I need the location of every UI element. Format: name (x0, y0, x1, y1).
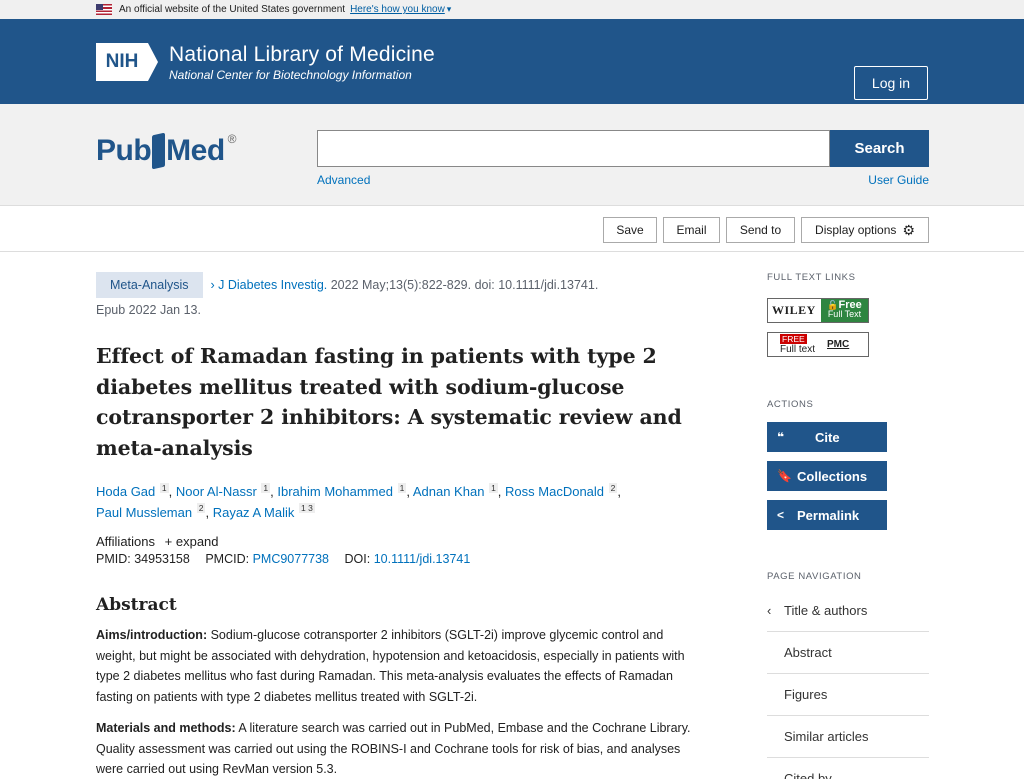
affiliation-number[interactable]: 1 (397, 482, 407, 493)
permalink-label: Permalink (797, 507, 860, 523)
author-link[interactable]: Paul Mussleman (96, 505, 192, 520)
abstract-section: Aims/introduction: Sodium-glucose cotran… (96, 625, 692, 708)
collections-button[interactable]: 🔖 Collections (767, 461, 887, 491)
page-navigation-list: ‹ Title & authors Abstract Figures Simil… (767, 590, 929, 779)
search-input[interactable] (317, 130, 830, 167)
pubmed-logo-med: Med (166, 134, 225, 167)
affiliation-number[interactable]: 2 (608, 482, 618, 493)
email-button[interactable]: Email (663, 217, 720, 243)
author-link[interactable]: Ibrahim Mohammed (277, 484, 393, 499)
abstract-section-label: Aims/introduction: (96, 628, 208, 642)
quote-icon: ❝ (777, 430, 785, 444)
login-button[interactable]: Log in (854, 66, 928, 100)
advanced-search-link[interactable]: Advanced (317, 173, 370, 187)
affiliation-number[interactable]: 2 (196, 503, 206, 514)
article-toolbar: Save Email Send to Display options ⚙ (0, 206, 1024, 252)
abstract-section-label: Materials and methods: (96, 720, 236, 735)
nih-logo[interactable]: NIH (96, 43, 158, 81)
citation-text: 2022 May;13(5):822-829. doi: 10.1111/jdi… (330, 278, 599, 292)
article-identifiers: PMID: 34953158 PMCID: PMC9077738 DOI: 10… (96, 552, 696, 566)
collections-label: Collections (797, 468, 868, 484)
wiley-free-badge: 🔓Free Full Text (821, 299, 868, 322)
nav-figures[interactable]: Figures (767, 674, 929, 716)
registered-mark: ® (227, 132, 237, 146)
author-link[interactable]: Rayaz A Malik (213, 505, 295, 520)
wiley-logo: WILEY (772, 303, 816, 317)
cite-label: Cite (815, 429, 840, 445)
pubmed-book-icon (152, 132, 166, 170)
search-button[interactable]: Search (830, 130, 929, 167)
pmc-logo: PMC (827, 339, 850, 350)
nlm-title-block[interactable]: National Library of Medicine National Ce… (169, 43, 435, 82)
actions-heading: ACTIONS (767, 399, 814, 410)
doi-link[interactable]: 10.1111/jdi.13741 (374, 552, 471, 566)
article-meta: Meta-Analysis › J Diabetes Investig. 2022… (96, 272, 696, 322)
nav-title-authors[interactable]: ‹ Title & authors (767, 590, 929, 632)
pmc-free-label: FREE (780, 334, 807, 344)
affiliation-number[interactable]: 1 3 (298, 503, 315, 514)
affiliation-number[interactable]: 1 (489, 482, 498, 493)
cite-button[interactable]: ❝ Cite (767, 422, 887, 452)
nlm-subtitle: National Center for Biotechnology Inform… (169, 68, 412, 82)
pmid-value: 34953158 (134, 552, 190, 566)
send-to-button[interactable]: Send to (726, 217, 795, 243)
us-flag-icon (96, 4, 112, 15)
display-options-label: Display options (815, 223, 897, 237)
affiliation-number[interactable]: 1 (261, 482, 271, 493)
pmc-free-badge: FREE Full text (768, 334, 815, 355)
pmc-full-text-link[interactable]: FREE Full text PMC (767, 332, 869, 357)
plus-icon: + (164, 534, 173, 549)
pubmed-logo[interactable]: Pub Med ® (96, 132, 237, 170)
affiliation-number[interactable]: 1 (159, 482, 169, 493)
gov-banner: An official website of the United States… (0, 0, 1024, 19)
author-link[interactable]: Hoda Gad (96, 484, 155, 499)
display-options-button[interactable]: Display options ⚙ (801, 217, 929, 243)
search-band: Pub Med ® Search Advanced User Guide (0, 104, 1024, 206)
chevron-left-icon: ‹ (767, 603, 772, 618)
gear-icon: ⚙ (902, 221, 915, 238)
pmc-full-text-label: Full text (780, 344, 816, 355)
chevron-right-icon: › (210, 278, 215, 292)
permalink-button[interactable]: < Permalink (767, 500, 887, 530)
doi-label: DOI: (344, 552, 371, 566)
author-link[interactable]: Adnan Khan (413, 484, 485, 499)
journal-link[interactable]: J Diabetes Investig. (218, 278, 327, 292)
chevron-down-icon: ▾ (446, 4, 452, 14)
abstract-section: Materials and methods: A literature sear… (96, 718, 692, 779)
gov-banner-text: An official website of the United States… (119, 4, 346, 15)
nih-logo-text: NIH (96, 43, 148, 81)
article-sidebar: FULL TEXT LINKS WILEY 🔓Free Full Text FR… (767, 272, 929, 779)
wiley-full-text-link[interactable]: WILEY 🔓Free Full Text (767, 298, 869, 323)
save-button[interactable]: Save (603, 217, 657, 243)
affiliations-label: Affiliations (96, 534, 156, 549)
nlm-header: NIH National Library of Medicine Nationa… (0, 19, 1024, 104)
user-guide-link[interactable]: User Guide (868, 173, 929, 187)
share-icon: < (777, 508, 785, 522)
pubmed-logo-pub: Pub (96, 134, 152, 167)
author-link[interactable]: Ross MacDonald (505, 484, 604, 499)
affiliations-toggle[interactable]: Affiliations + expand (96, 534, 696, 549)
author-list: Hoda Gad 1, Noor Al-Nassr 1, Ibrahim Moh… (96, 482, 622, 520)
abstract-heading: Abstract (96, 595, 177, 615)
epub-text: Epub 2022 Jan 13. (96, 303, 201, 317)
nav-cited-by[interactable]: Cited by (767, 758, 929, 779)
heres-how-you-know-link[interactable]: Here's how you know (350, 4, 445, 15)
nav-item-label: Title & authors (784, 603, 868, 618)
article-type-badge: Meta-Analysis (96, 272, 203, 298)
full-text-links-heading: FULL TEXT LINKS (767, 272, 856, 283)
nav-abstract[interactable]: Abstract (767, 632, 929, 674)
pmid-label: PMID: (96, 552, 131, 566)
author-link[interactable]: Noor Al-Nassr (176, 484, 257, 499)
nih-logo-arrow (148, 43, 158, 81)
page-navigation-heading: PAGE NAVIGATION (767, 571, 862, 582)
nav-similar-articles[interactable]: Similar articles (767, 716, 929, 758)
article-main: Meta-Analysis › J Diabetes Investig. 2022… (96, 272, 696, 779)
bookmark-icon: 🔖 (777, 469, 792, 483)
pmcid-link[interactable]: PMC9077738 (253, 552, 329, 566)
nlm-title: National Library of Medicine (169, 43, 435, 66)
wiley-full-text-label: Full Text (827, 309, 862, 319)
expand-label: expand (175, 534, 219, 549)
article-title: Effect of Ramadan fasting in patients wi… (96, 344, 682, 460)
pmcid-label: PMCID: (205, 552, 250, 566)
